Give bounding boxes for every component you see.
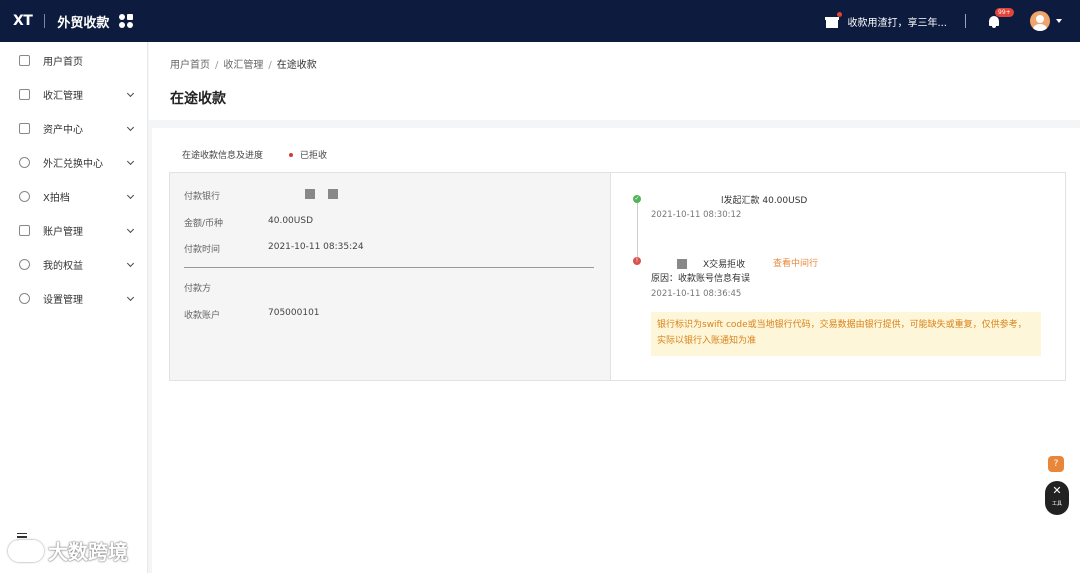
sidebar-item-label: 资产中心: [43, 124, 83, 136]
breadcrumb-current: 在途收款: [276, 60, 317, 71]
avatar[interactable]: [1030, 11, 1050, 31]
bank-value-masked: [268, 189, 351, 202]
sidebar-item-benefits[interactable]: 我的权益: [0, 247, 147, 281]
payer-label: 付款方: [184, 284, 212, 294]
sidebar-item-account[interactable]: 账户管理: [0, 213, 147, 247]
logo-divider: [44, 14, 46, 28]
sidebar-item-home[interactable]: 用户首页: [0, 43, 147, 77]
breadcrumb-separator: /: [268, 60, 272, 71]
xt-logo[interactable]: XT: [13, 13, 33, 29]
timeline-step-reject-time: 2021-10-11 08:36:45: [651, 289, 742, 299]
top-right-area: 收款用渣打，享三年... 99+: [825, 0, 1062, 42]
content-card: 在途收款信息及进度 已拒收 付款银行 金额/币种 40.00USD 付款时间 2…: [152, 128, 1080, 573]
sidebar-item-label: 收汇管理: [43, 90, 83, 102]
progress-timeline-panel: ✓ l发起汇款 40.00USD 2021-10-11 08:30:12 ! X…: [610, 172, 1066, 381]
partner-icon: [19, 190, 30, 202]
sidebar-item-label: 设置管理: [43, 294, 83, 306]
notification-badge: 99+: [995, 7, 1014, 17]
time-row: 付款时间 2021-10-11 08:35:24: [184, 242, 364, 255]
home-icon: [19, 54, 30, 66]
chevron-down-icon: [126, 225, 135, 234]
view-intermediary-bank-link[interactable]: 查看中间行: [773, 256, 818, 269]
check-icon: ✓: [633, 195, 641, 203]
receive-icon: [19, 88, 30, 100]
watermark: 大数跨境: [8, 536, 128, 565]
sidebar-item-settings[interactable]: 设置管理: [0, 281, 147, 315]
bank-data-notice: 银行标识为swift code或当地银行代码，交易数据由银行提供，可能缺失或重复…: [651, 312, 1041, 356]
account-icon: [19, 224, 30, 236]
amount-value: 40.00USD: [268, 216, 313, 226]
sidebar-item-label: 用户首页: [43, 56, 83, 68]
tools-label: 工具: [1051, 501, 1062, 507]
gift-icon[interactable]: [825, 12, 843, 28]
tools-icon: ✕: [1052, 484, 1062, 497]
sidebar-item-label: X拍档: [43, 192, 70, 204]
timeline-connector: [637, 203, 638, 261]
chevron-down-icon: [126, 293, 135, 302]
chevron-down-icon: [126, 191, 135, 200]
apps-icon[interactable]: [119, 14, 134, 28]
chevron-down-icon: [126, 89, 135, 98]
breadcrumb-home[interactable]: 用户首页: [170, 60, 210, 71]
exchange-icon: [19, 156, 30, 168]
sidebar-item-label: 外汇兑换中心: [43, 158, 103, 170]
wallet-icon: [19, 122, 30, 134]
brand-title: 外贸收款: [57, 15, 110, 31]
payer-row: 付款方: [184, 281, 268, 294]
breadcrumb-receive[interactable]: 收汇管理: [223, 60, 263, 71]
bank-label: 付款银行: [184, 192, 221, 202]
account-label: 收款账户: [184, 311, 221, 321]
status-text: 已拒收: [300, 151, 328, 161]
top-bar: XT 外贸收款 收款用渣打，享三年... 99+: [0, 0, 1080, 42]
amount-row: 金额/币种 40.00USD: [184, 216, 313, 229]
masked-block: [677, 258, 687, 269]
timeline-step-remit-time: 2021-10-11 08:30:12: [651, 210, 742, 220]
time-value: 2021-10-11 08:35:24: [268, 242, 364, 252]
top-divider: [965, 14, 966, 28]
sidebar-item-exchange[interactable]: 外汇兑换中心: [0, 145, 147, 179]
user-icon: [19, 258, 30, 270]
info-divider: [184, 267, 594, 268]
chevron-down-icon: [126, 157, 135, 166]
amount-label: 金额/币种: [184, 219, 224, 229]
bank-row: 付款银行: [184, 189, 351, 202]
watermark-text: 大数跨境: [48, 540, 128, 564]
sidebar-item-label: 账户管理: [43, 226, 83, 238]
breadcrumb: 用户首页 / 收汇管理 / 在途收款: [170, 56, 317, 71]
sidebar-item-receive[interactable]: 收汇管理: [0, 77, 147, 111]
tools-button[interactable]: ✕ 工具: [1045, 481, 1069, 515]
chevron-down-icon: [126, 123, 135, 132]
timeline-step-remit: l发起汇款 40.00USD: [721, 196, 808, 206]
chevron-down-icon: [126, 259, 135, 268]
breadcrumb-separator: /: [215, 60, 219, 71]
status-badge: 已拒收: [289, 148, 327, 161]
sidebar-item-assets[interactable]: 资产中心: [0, 111, 147, 145]
timeline-step-reject: X交易拒收: [677, 257, 745, 270]
bell-icon[interactable]: 99+: [988, 7, 1014, 28]
sidebar: 用户首页 收汇管理 资产中心 外汇兑换中心 X拍档 账户管理 我的权益 设置管理…: [0, 42, 148, 573]
status-dot-icon: [289, 152, 293, 157]
promo-link[interactable]: 收款用渣打，享三年...: [847, 14, 947, 29]
settings-icon: [19, 292, 30, 304]
section-title: 在途收款信息及进度: [182, 151, 264, 161]
page-header: 用户首页 / 收汇管理 / 在途收款 在途收款: [149, 42, 1080, 120]
account-value: 705000101: [268, 308, 320, 318]
chevron-down-icon[interactable]: [1056, 19, 1062, 23]
masked-block: [305, 189, 315, 199]
page-title: 在途收款: [170, 91, 226, 107]
help-button[interactable]: ?: [1048, 456, 1064, 472]
payment-info-panel: 付款银行 金额/币种 40.00USD 付款时间 2021-10-11 08:3…: [169, 172, 611, 381]
error-icon: !: [633, 257, 641, 265]
reject-reason: 原因：收款账号信息有误: [651, 274, 751, 284]
timeline-step-reject-text: X交易拒收: [703, 260, 746, 270]
sidebar-item-partner[interactable]: X拍档: [0, 179, 147, 213]
time-label: 付款时间: [184, 245, 221, 255]
watermark-logo-icon: [8, 539, 44, 562]
sidebar-item-label: 我的权益: [43, 260, 83, 272]
account-row: 收款账户 705000101: [184, 308, 320, 321]
masked-block: [328, 189, 338, 199]
